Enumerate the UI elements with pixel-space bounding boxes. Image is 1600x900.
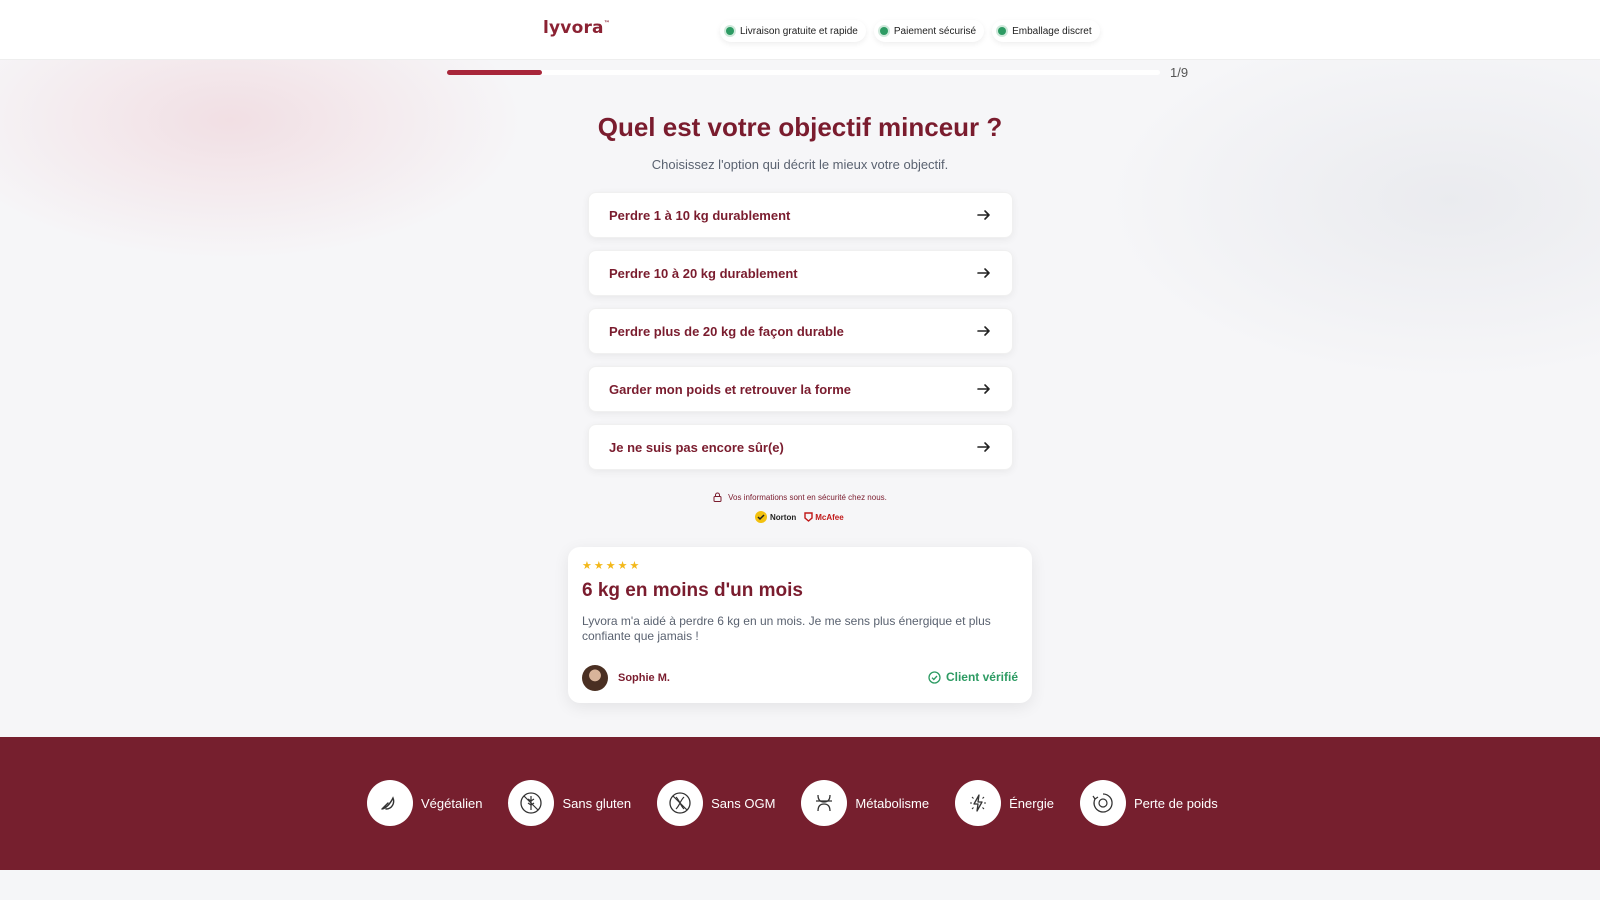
metabolism-icon xyxy=(801,780,848,826)
badge-label: Paiement sécurisé xyxy=(893,25,977,37)
benefit-label: Métabolisme xyxy=(855,795,930,811)
gluten-free-icon xyxy=(508,780,555,826)
energy-icon xyxy=(955,780,1002,826)
option-label: Perdre 10 à 20 kg durablement xyxy=(609,265,798,281)
badge-free-delivery: Livraison gratuite et rapide xyxy=(720,20,866,42)
benefit-energy: Énergie xyxy=(955,780,1054,826)
option-lose-10-20kg[interactable]: Perdre 10 à 20 kg durablement xyxy=(588,250,1013,296)
benefit-vegan: Végétalien xyxy=(367,780,482,826)
benefit-metabolism: Métabolisme xyxy=(801,780,929,826)
step-counter: 1/9 xyxy=(1170,65,1189,80)
reviewer: Sophie M. xyxy=(582,665,670,691)
benefit-label: Perte de poids xyxy=(1133,795,1218,811)
arrow-right-icon xyxy=(977,442,990,452)
badge-discreet-packaging: Emballage discret xyxy=(992,20,1100,42)
header-badges: Livraison gratuite et rapide Paiement sé… xyxy=(720,20,1108,42)
mcafee-badge: McAfee xyxy=(804,512,844,522)
benefit-gluten-free: Sans gluten xyxy=(508,780,631,826)
question-subtitle: Choisissez l'option qui décrit le mieux … xyxy=(651,157,949,172)
security-notice: Vos informations sont en sécurité chez n… xyxy=(0,492,1600,502)
badge-label: Emballage discret xyxy=(1012,25,1092,37)
rating-stars: ★★★★★ xyxy=(582,560,642,572)
lock-icon xyxy=(713,492,722,502)
testimonial-text: Lyvora m'a aidé à perdre 6 kg en un mois… xyxy=(582,614,991,643)
badge-label: Livraison gratuite et rapide xyxy=(740,25,858,37)
weight-loss-icon xyxy=(1079,780,1126,826)
norton-badge: Norton xyxy=(754,510,796,524)
option-keep-weight[interactable]: Garder mon poids et retrouver la forme xyxy=(588,366,1013,412)
option-lose-20kg-plus[interactable]: Perdre plus de 20 kg de façon durable xyxy=(588,308,1013,354)
non-gmo-icon xyxy=(657,780,704,826)
option-label: Perdre plus de 20 kg de façon durable xyxy=(609,323,844,339)
norton-label: Norton xyxy=(770,512,797,522)
arrow-right-icon xyxy=(977,384,990,394)
question-title: Quel est votre objectif minceur ? xyxy=(597,112,1003,142)
benefits-list: Végétalien Sans gluten Sans OGM Métaboli… xyxy=(367,780,1244,826)
avatar xyxy=(582,665,608,691)
verified-badge: Client vérifié xyxy=(928,670,1018,684)
benefits-footer: Végétalien Sans gluten Sans OGM Métaboli… xyxy=(0,737,1600,870)
status-dot-icon xyxy=(726,27,734,35)
trust-badges: Norton McAfee xyxy=(754,510,844,524)
brand-logo[interactable]: lyvora™ xyxy=(543,18,610,38)
page-bottom xyxy=(0,870,1600,900)
benefit-non-gmo: Sans OGM xyxy=(657,780,775,826)
quiz-progress-bar xyxy=(447,70,1160,75)
benefit-label: Énergie xyxy=(1009,795,1054,811)
testimonial-card: ★★★★★ 6 kg en moins d'un mois Lyvora m'a… xyxy=(568,547,1032,703)
benefit-weight-loss: Perte de poids xyxy=(1079,780,1218,826)
security-text: Vos informations sont en sécurité chez n… xyxy=(728,492,887,502)
testimonial-title: 6 kg en moins d'un mois xyxy=(582,580,803,601)
leaf-icon xyxy=(367,780,413,826)
check-circle-icon xyxy=(928,670,941,684)
option-label: Garder mon poids et retrouver la forme xyxy=(609,381,852,397)
status-dot-icon xyxy=(879,27,888,35)
option-not-sure[interactable]: Je ne suis pas encore sûr(e) xyxy=(588,424,1013,470)
benefit-label: Sans OGM xyxy=(711,795,776,811)
arrow-right-icon xyxy=(977,326,990,336)
mcafee-label: McAfee xyxy=(815,512,844,522)
benefit-label: Sans gluten xyxy=(562,795,632,811)
norton-check-icon xyxy=(755,511,767,523)
mcafee-shield-icon xyxy=(804,512,813,522)
arrow-right-icon xyxy=(977,210,990,220)
status-dot-icon xyxy=(998,27,1007,35)
quiz-progress-fill xyxy=(447,70,543,75)
verified-label: Client vérifié xyxy=(945,670,1018,684)
option-lose-1-10kg[interactable]: Perdre 1 à 10 kg durablement xyxy=(588,192,1013,238)
top-header: lyvora™ Livraison gratuite et rapide Pai… xyxy=(0,0,1600,60)
answer-options: Perdre 1 à 10 kg durablement Perdre 10 à… xyxy=(588,192,1013,482)
option-label: Perdre 1 à 10 kg durablement xyxy=(609,207,791,223)
logo-trademark: ™ xyxy=(603,20,610,27)
benefit-label: Végétalien xyxy=(421,795,483,811)
logo-text: lyvora xyxy=(543,18,604,38)
reviewer-name: Sophie M. xyxy=(618,672,670,684)
arrow-right-icon xyxy=(977,268,990,278)
badge-secure-payment: Paiement sécurisé xyxy=(873,20,985,42)
option-label: Je ne suis pas encore sûr(e) xyxy=(609,439,784,455)
